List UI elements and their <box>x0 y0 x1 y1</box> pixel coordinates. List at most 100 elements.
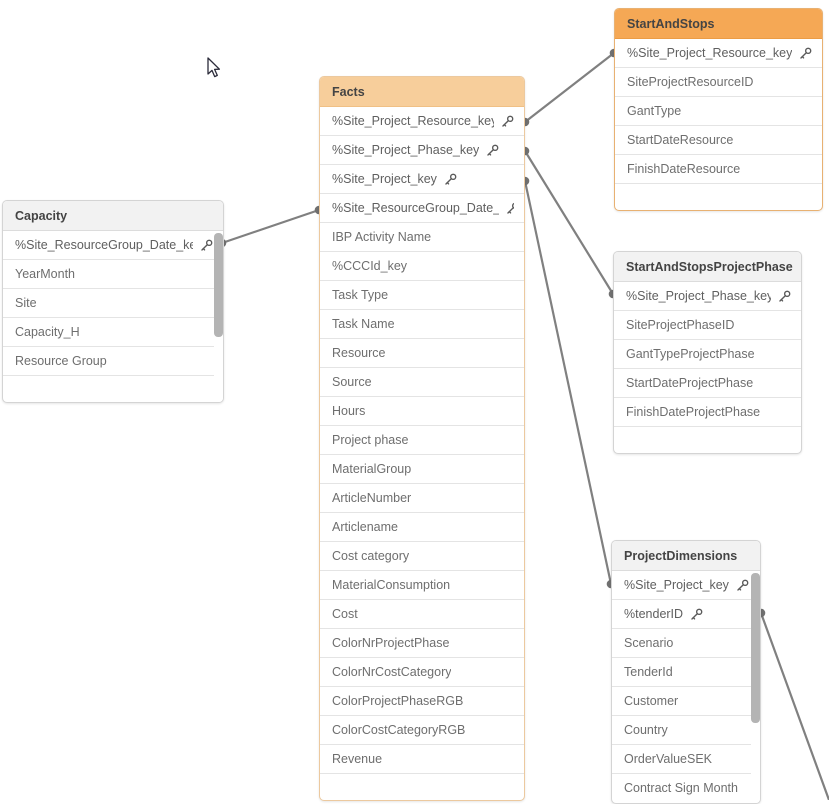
field-label: ArticleNumber <box>332 490 412 505</box>
key-icon <box>486 144 499 157</box>
field-row[interactable]: %CCCId_key <box>320 252 524 281</box>
field-label: %tenderID <box>624 606 684 621</box>
field-row[interactable]: Site <box>3 289 223 318</box>
field-row[interactable]: TenderId <box>612 658 760 687</box>
table-card-facts[interactable]: Facts %Site_Project_Resource_key %Site_Pro… <box>319 76 525 801</box>
association-capacity-to-facts[interactable] <box>217 205 324 248</box>
field-row[interactable]: SiteProjectPhaseID <box>614 311 801 340</box>
table-card-startandstops[interactable]: StartAndStops %Site_Project_Resource_key S… <box>614 8 823 211</box>
field-row[interactable]: StartDateProjectPhase <box>614 369 801 398</box>
table-title-projectdimensions[interactable]: ProjectDimensions <box>612 541 760 571</box>
field-row[interactable]: Country <box>612 716 760 745</box>
table-title-facts[interactable]: Facts <box>320 77 524 107</box>
field-row[interactable]: SiteProjectResourceID <box>615 68 822 97</box>
field-row[interactable]: IBP Activity Name <box>320 223 524 252</box>
vertical-scrollbar-capacity[interactable] <box>214 231 223 402</box>
field-row[interactable]: FinishDateResource <box>615 155 822 184</box>
table-card-startandstopsprojectphase[interactable]: StartAndStopsProjectPhase %Site_Project_P… <box>613 251 802 454</box>
field-row[interactable]: %Site_Project_Phase_key <box>614 282 801 311</box>
field-label: Contract Sign Month <box>624 781 738 795</box>
table-card-projectdimensions[interactable]: ProjectDimensions %Site_Project_key %tende… <box>611 540 761 804</box>
field-label: Source <box>332 374 372 389</box>
field-label: %Site_ResourceGroup_Date_key <box>15 237 193 252</box>
table-title-capacity[interactable]: Capacity <box>3 201 223 231</box>
field-label: Project phase <box>332 432 409 447</box>
field-row[interactable]: Source <box>320 368 524 397</box>
field-row[interactable]: Resource Group <box>3 347 223 376</box>
field-label: TenderId <box>624 664 673 679</box>
field-row[interactable]: Cost category <box>320 542 524 571</box>
field-row[interactable]: ColorNrProjectPhase <box>320 629 524 658</box>
data-model-canvas[interactable]: Capacity %Site_ResourceGroup_Date_key Year… <box>0 0 829 804</box>
field-row[interactable]: Articlename <box>320 513 524 542</box>
field-label: ColorProjectPhaseRGB <box>332 693 464 708</box>
field-label: StartDateResource <box>627 132 734 147</box>
field-row[interactable]: Scenario <box>612 629 760 658</box>
field-row[interactable]: Contract Sign Month <box>612 774 760 803</box>
table-title-startandstops[interactable]: StartAndStops <box>615 9 822 39</box>
field-row[interactable]: StartDateResource <box>615 126 822 155</box>
field-row[interactable]: FinishDateProjectPhase <box>614 398 801 427</box>
table-title-startandstopsprojectphase[interactable]: StartAndStopsProjectPhase <box>614 252 801 282</box>
field-row[interactable]: Customer <box>612 687 760 716</box>
field-row[interactable]: YearMonth <box>3 260 223 289</box>
field-label: Resource <box>332 345 386 360</box>
field-row[interactable]: Capacity_H <box>3 318 223 347</box>
field-row[interactable]: %Site_ResourceGroup_Date_k... <box>320 194 524 223</box>
field-row[interactable]: ColorProjectPhaseRGB <box>320 687 524 716</box>
field-row[interactable]: %Site_ResourceGroup_Date_key <box>3 231 223 260</box>
vertical-scrollbar-projectdimensions[interactable] <box>751 571 760 803</box>
field-label: Cost category <box>332 548 410 563</box>
field-label: %Site_Project_key <box>624 577 729 592</box>
field-row[interactable]: Task Name <box>320 310 524 339</box>
field-row[interactable]: GantType <box>615 97 822 126</box>
field-row[interactable]: MaterialGroup <box>320 455 524 484</box>
field-label: %Site_Project_key <box>332 171 437 186</box>
key-icon <box>778 290 791 303</box>
field-row[interactable]: Revenue <box>320 745 524 774</box>
field-label: Country <box>624 722 668 737</box>
key-icon <box>200 239 213 252</box>
field-row[interactable]: %Site_Project_key <box>612 571 760 600</box>
field-row[interactable]: Cost <box>320 600 524 629</box>
field-row[interactable]: %Site_Project_key <box>320 165 524 194</box>
field-label: ColorNrCostCategory <box>332 664 452 679</box>
field-list-capacity: %Site_ResourceGroup_Date_key YearMonth Sit… <box>3 231 223 402</box>
field-row[interactable]: %Site_Project_Resource_key <box>320 107 524 136</box>
field-label: GantTypeProjectPhase <box>626 346 755 361</box>
field-label: GantType <box>627 103 682 118</box>
scrollbar-thumb[interactable] <box>214 233 223 337</box>
field-label: MaterialConsumption <box>332 577 451 592</box>
field-row[interactable]: Resource <box>320 339 524 368</box>
field-label: SiteProjectResourceID <box>627 74 754 89</box>
field-list-startandstops: %Site_Project_Resource_key SiteProjectRes… <box>615 39 822 210</box>
field-label: Scenario <box>624 635 674 650</box>
field-row[interactable]: %Site_Project_Resource_key <box>615 39 822 68</box>
field-label: SiteProjectPhaseID <box>626 317 735 332</box>
field-row[interactable]: ArticleNumber <box>320 484 524 513</box>
table-card-capacity[interactable]: Capacity %Site_ResourceGroup_Date_key Year… <box>2 200 224 403</box>
field-row[interactable]: OrderValueSEK <box>612 745 760 774</box>
field-row[interactable]: Project phase <box>320 426 524 455</box>
association-facts-to-startandstops[interactable] <box>520 48 619 127</box>
field-row[interactable]: ColorNrCostCategory <box>320 658 524 687</box>
association-projectdimensions-tenderid-outgoing[interactable] <box>756 608 829 800</box>
association-facts-to-startandstopsprojectphase[interactable] <box>520 146 618 299</box>
key-icon <box>799 47 812 60</box>
field-row[interactable]: %tenderID <box>612 600 760 629</box>
field-label: StartDateProjectPhase <box>626 375 754 390</box>
field-row[interactable]: ColorCostCategoryRGB <box>320 716 524 745</box>
field-row[interactable]: Hours <box>320 397 524 426</box>
field-row[interactable]: MaterialConsumption <box>320 571 524 600</box>
field-list-projectdimensions: %Site_Project_key %tenderID Scenario Tender… <box>612 571 760 803</box>
key-icon <box>506 202 514 215</box>
field-label: Site <box>15 295 37 310</box>
scrollbar-thumb[interactable] <box>751 573 760 723</box>
key-icon <box>736 579 749 592</box>
field-row[interactable]: Task Type <box>320 281 524 310</box>
field-row[interactable]: GantTypeProjectPhase <box>614 340 801 369</box>
association-facts-to-projectdimensions[interactable] <box>520 176 616 589</box>
field-row[interactable]: %Site_Project_Phase_key <box>320 136 524 165</box>
field-label: IBP Activity Name <box>332 229 432 244</box>
field-label: OrderValueSEK <box>624 751 713 766</box>
